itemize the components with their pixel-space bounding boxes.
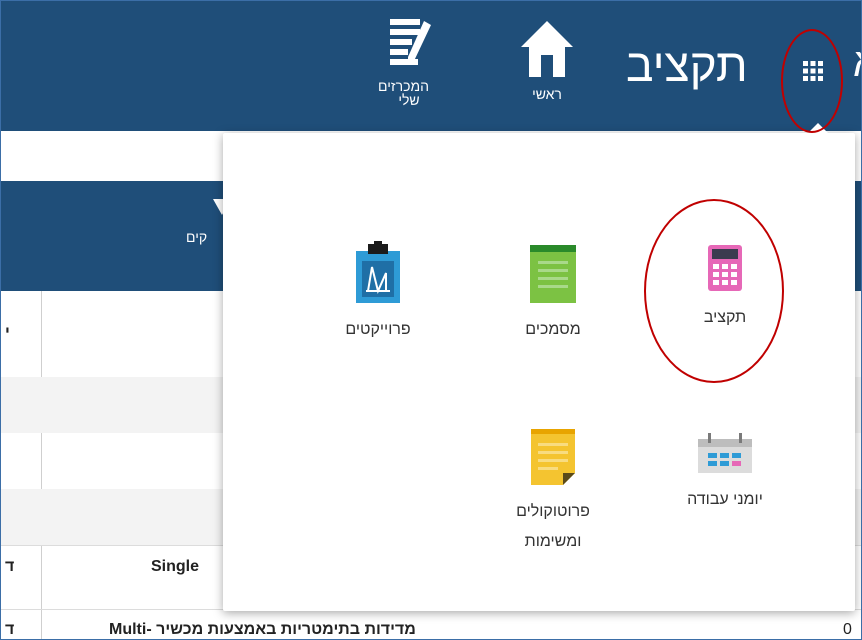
- table-cell: ד: [5, 558, 15, 575]
- table-cell: 0: [843, 621, 852, 638]
- launcher-item-label: יומני עבודה: [687, 491, 763, 508]
- table-cell: ד: [5, 621, 15, 638]
- launcher-item-work-logs[interactable]: יומני עבודה: [660, 433, 790, 515]
- calendar-icon: [698, 433, 752, 473]
- truncated-glyph: א: [853, 41, 861, 86]
- document-edit-icon: [390, 19, 431, 65]
- table-header-partial: י: [5, 324, 10, 341]
- annotation-circle-launcher: [781, 29, 843, 133]
- table-cell: מדידות בתימטריות באמצעות מכשיר -Multi: [109, 621, 416, 638]
- table-cell: Single: [151, 558, 200, 575]
- app-launcher-menu: תקציב מסמכים פרוייקטים יומני עבודה פרוטו…: [223, 133, 855, 611]
- notes-icon: [531, 429, 575, 485]
- nav-my-tenders[interactable]: המכרזים שלי: [373, 15, 445, 107]
- annotation-circle-budget: [644, 199, 784, 383]
- launcher-item-label: פרוטוקולים ומשימות: [516, 503, 590, 550]
- strip-partial-label: קים: [186, 229, 208, 245]
- nav-my-tenders-label: המכרזים שלי: [378, 78, 429, 108]
- home-icon: [521, 21, 573, 77]
- launcher-item-protocols-tasks[interactable]: פרוטוקולים ומשימות: [488, 429, 618, 557]
- launcher-item-label: פרוייקטים: [345, 321, 411, 338]
- launcher-item-documents[interactable]: מסמכים: [488, 245, 618, 345]
- nav-home[interactable]: ראשי: [515, 19, 579, 101]
- app-window: א תקציב ראשי: [0, 0, 862, 640]
- nav-home-label: ראשי: [532, 86, 562, 102]
- launcher-item-projects[interactable]: פרוייקטים: [313, 241, 443, 345]
- launcher-item-label: מסמכים: [525, 321, 581, 338]
- top-navigation-bar: א תקציב ראשי: [1, 1, 861, 131]
- project-clipboard-icon: [356, 241, 400, 303]
- document-icon: [530, 245, 576, 303]
- app-title: תקציב: [626, 39, 748, 91]
